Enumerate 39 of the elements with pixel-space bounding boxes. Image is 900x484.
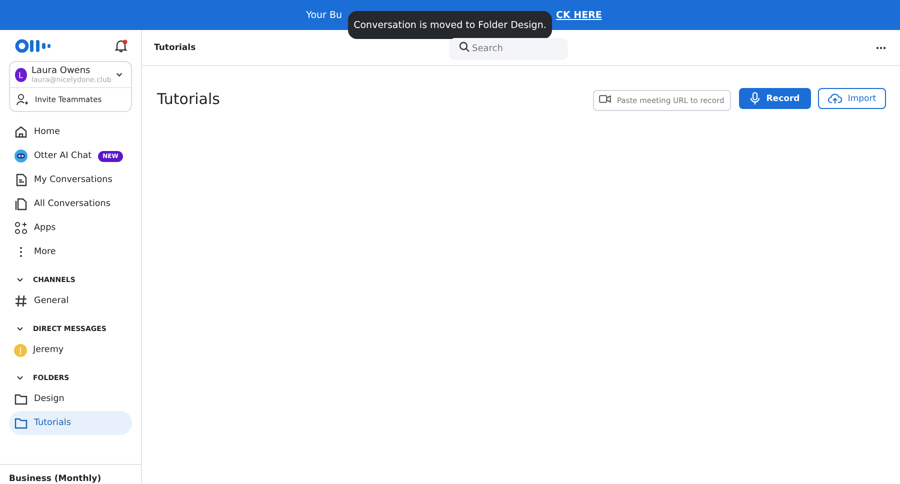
- plan-label: Business (Monthly): [0, 464, 141, 484]
- toast: Conversation is moved to Folder Design.: [348, 11, 552, 39]
- avatar: L: [15, 68, 27, 82]
- nav-item[interactable]: All Conversations: [9, 192, 132, 216]
- nav-item[interactable]: More: [9, 240, 132, 264]
- more-icon[interactable]: [876, 46, 886, 50]
- video-icon: [599, 94, 611, 104]
- home-icon: [14, 125, 28, 139]
- folder-item[interactable]: Design: [9, 387, 132, 411]
- chevron-icon: [16, 375, 24, 381]
- import-button[interactable]: Import: [818, 88, 886, 109]
- folder-icon: [14, 416, 28, 430]
- bell-icon[interactable]: [114, 38, 128, 52]
- chevron-icon[interactable]: [116, 72, 123, 78]
- upload-icon: [828, 93, 842, 104]
- logo-icon: [15, 38, 51, 52]
- robot-icon: [14, 149, 28, 163]
- search-field[interactable]: Search: [449, 38, 568, 60]
- chevron-icon: [16, 277, 24, 283]
- breadcrumb: Tutorials: [154, 42, 196, 52]
- banner-text: Your Bu: [305, 10, 342, 20]
- documents-icon: [14, 197, 28, 211]
- page-title: Tutorials: [157, 90, 221, 108]
- microphone-icon: [750, 92, 760, 105]
- folder-icon: [14, 392, 28, 406]
- search-icon: [459, 42, 470, 52]
- channel-item[interactable]: General: [9, 289, 132, 313]
- record-button[interactable]: Record: [739, 88, 811, 109]
- user-name: Laura Owens: [32, 66, 92, 76]
- banner-link[interactable]: CK HERE: [556, 10, 602, 20]
- chevron-icon: [16, 326, 24, 332]
- nav-item[interactable]: Home: [9, 120, 132, 144]
- add-person-icon: [16, 93, 29, 106]
- document-icon: [14, 173, 28, 187]
- hash-icon: [14, 294, 28, 308]
- folder-item[interactable]: Tutorials: [9, 411, 132, 435]
- nav-item[interactable]: Apps: [9, 216, 132, 240]
- apps-icon: [14, 221, 28, 235]
- nav-item[interactable]: My Conversations: [9, 168, 132, 192]
